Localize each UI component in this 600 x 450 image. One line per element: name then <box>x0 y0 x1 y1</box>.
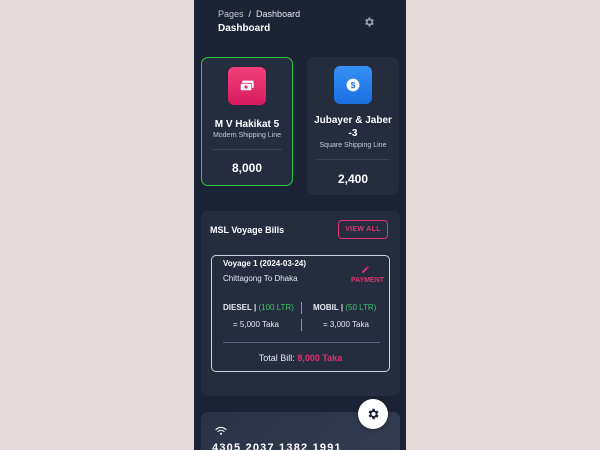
breadcrumb-current: Dashboard <box>256 9 301 19</box>
money-icon <box>239 80 254 92</box>
diesel-label-row: DIESEL | (100 LTR) <box>223 303 294 312</box>
breadcrumb-pages-link[interactable]: Pages <box>218 9 244 19</box>
mobil-label: MOBIL | <box>313 303 344 312</box>
total-bill-amount: 8,000 Taka <box>297 353 343 363</box>
voyage-bills-title: MSL Voyage Bills <box>210 225 285 235</box>
card-number: 4305 2037 1382 1991 <box>212 442 342 450</box>
ship-icon-box: $ <box>334 66 372 104</box>
diesel-amount: = 5,000 Taka <box>233 320 279 329</box>
breadcrumb-separator: / <box>248 9 252 19</box>
breadcrumb: Pages / Dashboard <box>218 9 300 19</box>
edit-pencil-icon[interactable] <box>361 265 370 274</box>
mobil-label-row: MOBIL | (50 LTR) <box>313 303 376 312</box>
voyage-route: Chittagong To Dhaka <box>223 274 298 283</box>
diesel-label: DIESEL | <box>223 303 257 312</box>
voyage-title: Voyage 1 (2024-03-24) <box>223 259 307 268</box>
ship-card-jubayer[interactable]: $ Jubayer & Jaber -3 Square Shipping Lin… <box>307 57 399 195</box>
total-bill-label: Total Bill: <box>258 353 295 363</box>
voyage-bills-panel: MSL Voyage Bills VIEW ALL Voyage 1 (2024… <box>201 211 400 396</box>
card-divider <box>212 149 282 150</box>
view-all-button[interactable]: VIEW ALL <box>338 220 388 239</box>
mobil-quantity: (50 LTR) <box>345 303 377 312</box>
page-title: Dashboard <box>218 23 271 34</box>
svg-text:$: $ <box>351 81 356 90</box>
fuel-divider <box>301 319 302 331</box>
payment-button[interactable]: PAYMENT <box>351 277 384 284</box>
ship-company: Square Shipping Line <box>319 142 387 149</box>
total-divider <box>223 342 380 343</box>
ship-name: M V Hakikat 5 <box>214 119 280 130</box>
app-screen: Pages / Dashboard Dashboard M V Hakikat 5 … <box>194 0 406 450</box>
diesel-quantity: (100 LTR) <box>258 303 294 312</box>
voyage-bill-card[interactable]: Voyage 1 (2024-03-24) Chittagong To Dhak… <box>211 255 390 372</box>
mobil-amount: = 3,000 Taka <box>323 320 369 329</box>
ship-icon-box <box>228 67 266 105</box>
settings-gear-icon <box>368 408 379 420</box>
fuel-divider <box>301 302 302 314</box>
ship-card-hakikat[interactable]: M V Hakikat 5 Modern Shipping Line 8,000 <box>201 57 293 186</box>
settings-fab-button[interactable] <box>358 399 388 429</box>
card-divider <box>317 159 389 160</box>
total-bill: Total Bill: 8,000 Taka <box>212 353 389 363</box>
ship-company: Modern Shipping Line <box>212 132 282 139</box>
ship-name: Jubayer & Jaber -3 <box>314 115 392 139</box>
ship-value: 2,400 <box>337 172 369 186</box>
ship-value: 8,000 <box>231 161 263 175</box>
wifi-icon <box>215 426 227 435</box>
settings-gear-icon[interactable] <box>363 16 375 28</box>
dollar-icon: $ <box>346 78 360 92</box>
